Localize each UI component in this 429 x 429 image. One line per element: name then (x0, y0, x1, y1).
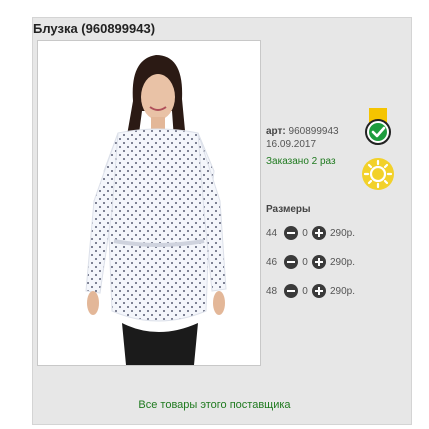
check-badge-icon (363, 108, 393, 146)
supplier-products-link[interactable]: Все товары этого поставщика (0, 399, 429, 411)
size-row-44: 44 0 290р. (266, 225, 355, 241)
size-price: 290р. (330, 285, 356, 297)
minus-icon[interactable] (284, 284, 298, 298)
size-price: 290р. (330, 256, 356, 268)
size-number: 46 (266, 256, 278, 268)
article-label: арт: (266, 126, 286, 137)
size-number: 48 (266, 285, 278, 297)
plus-icon[interactable] (312, 226, 326, 240)
size-qty: 0 (302, 256, 308, 268)
plus-icon[interactable] (312, 284, 326, 298)
size-qty: 0 (302, 285, 308, 297)
sizes-label: Размеры (266, 204, 311, 215)
product-title: Блузка (960899943) (33, 21, 156, 36)
size-row-46: 46 0 290р. (266, 254, 355, 270)
size-qty: 0 (302, 227, 308, 239)
size-price: 290р. (330, 227, 356, 239)
article-value: 960899943 (288, 126, 339, 137)
sun-icon (360, 156, 396, 192)
size-number: 44 (266, 227, 278, 239)
size-row-48: 48 0 290р. (266, 283, 355, 299)
minus-icon[interactable] (284, 226, 298, 240)
minus-icon[interactable] (284, 255, 298, 269)
plus-icon[interactable] (312, 255, 326, 269)
product-photo[interactable] (37, 40, 261, 366)
